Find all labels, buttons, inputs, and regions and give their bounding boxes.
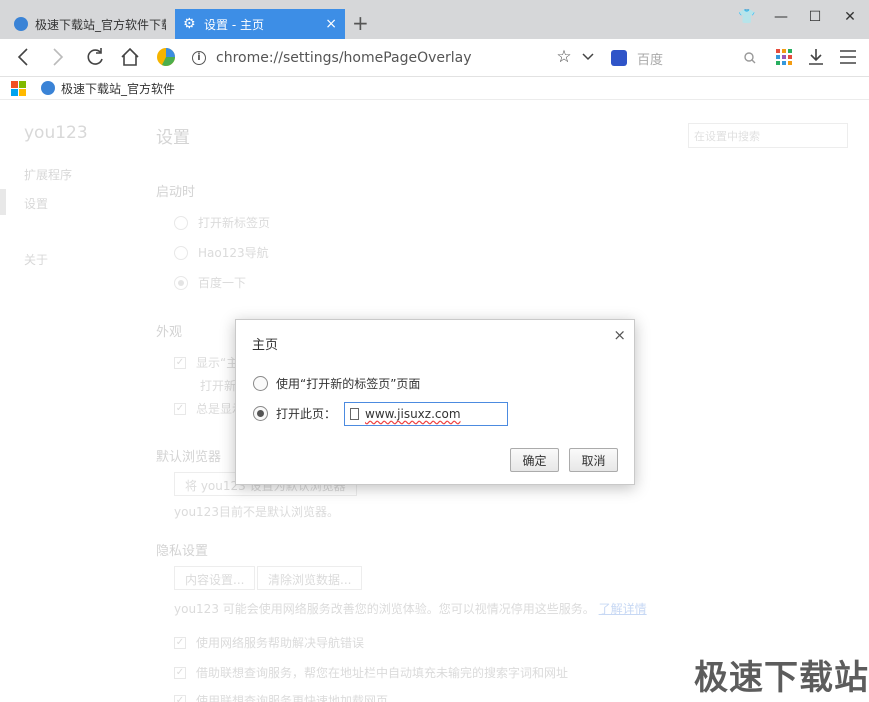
cancel-button[interactable]: 取消 (569, 448, 618, 472)
chevron-down-icon[interactable] (577, 46, 599, 68)
windows-apps-icon[interactable] (11, 80, 26, 96)
radio-button[interactable] (253, 376, 268, 391)
option-open-page[interactable]: 打开此页： (253, 405, 336, 422)
baidu-paw-icon (611, 50, 627, 66)
radio-button[interactable] (253, 406, 268, 421)
download-button[interactable] (805, 46, 827, 68)
site-favicon-icon (14, 17, 28, 31)
tab-strip: 极速下载站_官方软件下载 ⚙ 设置 - 主页 × + 👕 — ☐ ✕ (0, 0, 869, 39)
option-label: 打开此页： (276, 407, 337, 421)
tab-title: 设置 - 主页 (204, 17, 264, 32)
watermark-logo: 极速下载站 (694, 658, 869, 698)
browser-logo-button[interactable] (155, 46, 177, 68)
dialog-title: 主页 (252, 338, 279, 353)
tab-title: 极速下载站_官方软件下载 (35, 17, 166, 32)
search-placeholder: 百度 (637, 52, 664, 68)
bookmark-jisuxz[interactable]: 极速下载站_官方软件 (61, 80, 175, 97)
reload-button[interactable] (84, 46, 106, 68)
info-icon[interactable]: i (192, 51, 206, 65)
option-label: 使用“打开新的标签页”页面 (276, 377, 421, 391)
search-icon[interactable] (744, 52, 756, 64)
skin-icon[interactable]: 👕 (737, 9, 757, 25)
ok-button[interactable]: 确定 (510, 448, 559, 472)
hamburger-menu-icon (840, 50, 856, 64)
apps-grid-button[interactable] (773, 46, 795, 68)
bookmark-star-icon[interactable]: ☆ (553, 46, 575, 68)
close-icon[interactable]: × (613, 326, 626, 344)
option-use-newtab[interactable]: 使用“打开新的标签页”页面 (253, 375, 420, 392)
address-url[interactable]: chrome://settings/homePageOverlay (216, 50, 472, 66)
back-arrow-icon (17, 48, 28, 66)
home-icon (121, 47, 139, 66)
homepage-url-value[interactable]: www.jisuxz.com (365, 407, 461, 421)
tab-jisuxz[interactable]: 极速下载站_官方软件下载 (6, 9, 174, 39)
menu-button[interactable] (837, 46, 859, 68)
tab-close-icon[interactable]: × (325, 16, 337, 32)
browser-logo-icon (157, 48, 175, 66)
home-button[interactable] (119, 46, 141, 68)
search-box[interactable]: 百度 (605, 46, 762, 70)
bookmarks-bar: 极速下载站_官方软件 (0, 77, 869, 100)
tab-settings-home[interactable]: ⚙ 设置 - 主页 × (175, 9, 345, 39)
page-icon (350, 408, 359, 420)
homepage-dialog: 主页 × 使用“打开新的标签页”页面 打开此页： www.jisuxz.com … (235, 319, 635, 485)
forward-button[interactable] (47, 46, 69, 68)
homepage-url-input[interactable]: www.jisuxz.com (344, 402, 508, 426)
apps-grid-icon (776, 49, 792, 65)
back-button[interactable] (12, 46, 34, 68)
apps-tile (19, 80, 26, 88)
bookmark-favicon-icon (41, 81, 55, 95)
new-tab-button[interactable]: + (352, 13, 369, 33)
reload-icon (87, 48, 103, 65)
forward-arrow-icon (53, 48, 64, 66)
minimize-button[interactable]: — (771, 9, 791, 25)
gear-icon: ⚙ (183, 16, 196, 32)
address-bar[interactable]: i chrome://settings/homePageOverlay (192, 47, 612, 69)
apps-tile (11, 80, 18, 88)
toolbar: i chrome://settings/homePageOverlay ☆ 百度 (0, 39, 869, 77)
maximize-button[interactable]: ☐ (805, 9, 825, 25)
close-window-button[interactable]: ✕ (840, 9, 860, 25)
apps-tile (11, 88, 18, 96)
download-icon (809, 49, 823, 65)
apps-tile (19, 88, 26, 96)
